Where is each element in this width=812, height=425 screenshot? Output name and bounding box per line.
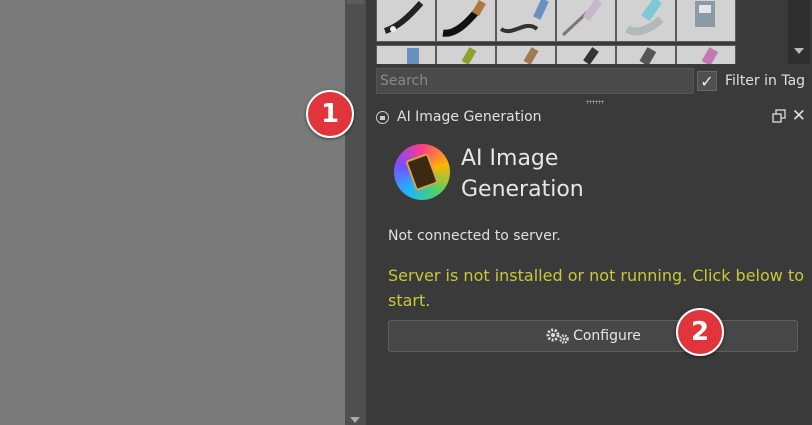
configure-label: Configure bbox=[573, 328, 641, 344]
float-icon[interactable] bbox=[772, 109, 786, 123]
resize-grip-icon[interactable] bbox=[586, 100, 604, 104]
brush-preset[interactable] bbox=[676, 45, 736, 64]
docker-panel: ✓ Filter in Tag AI Image Generation ✕ AI… bbox=[366, 0, 812, 425]
brush-preset[interactable] bbox=[376, 0, 436, 42]
brush-presets-grid bbox=[376, 0, 736, 64]
brush-preset[interactable] bbox=[676, 0, 736, 42]
brush-preset[interactable] bbox=[616, 45, 676, 64]
brush-preset[interactable] bbox=[556, 45, 616, 64]
brush-preset[interactable] bbox=[616, 0, 676, 42]
brush-preset[interactable] bbox=[556, 0, 616, 42]
docker-title: AI Image Generation bbox=[397, 109, 542, 125]
check-icon: ✓ bbox=[700, 71, 714, 91]
brush-preset[interactable] bbox=[376, 45, 436, 64]
filter-checkbox[interactable]: ✓ bbox=[697, 71, 717, 91]
gear-icon bbox=[546, 328, 569, 344]
scrollbar-thumb[interactable] bbox=[347, 0, 364, 4]
canvas-area[interactable] bbox=[0, 0, 345, 425]
plugin-title: AI Image Generation bbox=[461, 146, 584, 202]
connection-status: Not connected to server. bbox=[388, 228, 561, 244]
annotation-badge-2: 2 bbox=[676, 308, 724, 356]
annotation-badge-1: 1 bbox=[306, 90, 354, 138]
server-warning: Server is not installed or not running. … bbox=[388, 266, 805, 310]
filter-label: Filter in Tag bbox=[725, 73, 806, 89]
brush-grid-scrollbar[interactable] bbox=[788, 0, 810, 64]
configure-button[interactable]: Configure bbox=[388, 320, 798, 352]
close-icon[interactable]: ✕ bbox=[792, 106, 806, 126]
docker-title-bar: AI Image Generation ✕ bbox=[376, 106, 808, 127]
brush-preset[interactable] bbox=[496, 0, 556, 42]
filter-in-tag-toggle[interactable]: ✓ Filter in Tag bbox=[697, 69, 805, 93]
search-input[interactable] bbox=[377, 69, 693, 93]
scroll-down-arrow-icon[interactable] bbox=[794, 48, 804, 54]
brush-preset[interactable] bbox=[496, 45, 556, 64]
canvas-vertical-scrollbar[interactable] bbox=[345, 0, 366, 425]
search-field[interactable] bbox=[376, 68, 694, 94]
ai-diffusion-logo bbox=[394, 144, 450, 200]
lock-icon[interactable] bbox=[376, 110, 389, 124]
brush-preset[interactable] bbox=[436, 0, 496, 42]
brush-preset[interactable] bbox=[436, 45, 496, 64]
scroll-down-arrow-icon[interactable] bbox=[350, 417, 360, 423]
